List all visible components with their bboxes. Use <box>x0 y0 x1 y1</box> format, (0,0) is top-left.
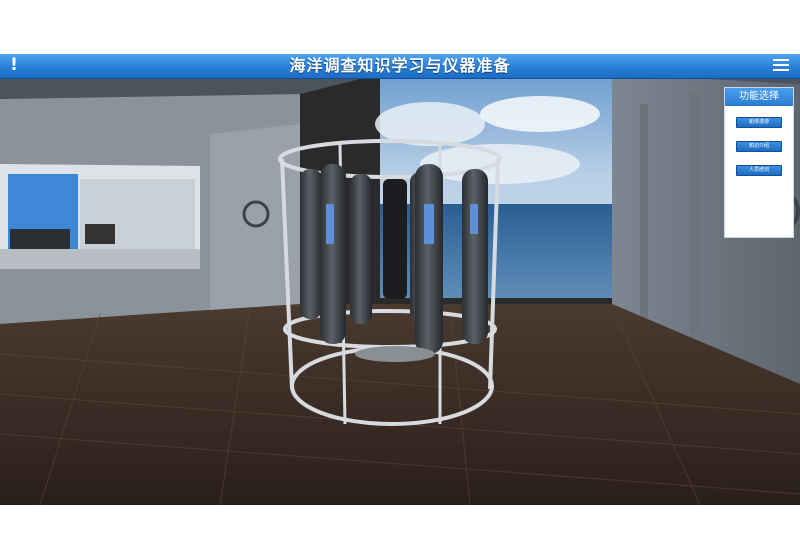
ship-roam-button[interactable]: 船体漫游 <box>736 117 782 128</box>
knowledge-intro-button[interactable]: 知识介绍 <box>736 141 782 152</box>
3d-scene[interactable] <box>0 54 800 505</box>
function-panel: 功能选择 船体漫游 知识介绍 人员培训 <box>724 87 794 238</box>
staff-training-button[interactable]: 人员培训 <box>736 165 782 176</box>
function-panel-title: 功能选择 <box>725 88 793 106</box>
title-bar: ! 海洋调查知识学习与仪器准备 <box>0 54 800 79</box>
app-viewport[interactable] <box>0 54 800 505</box>
page-title: 海洋调查知识学习与仪器准备 <box>289 56 511 75</box>
menu-icon[interactable] <box>772 56 790 74</box>
